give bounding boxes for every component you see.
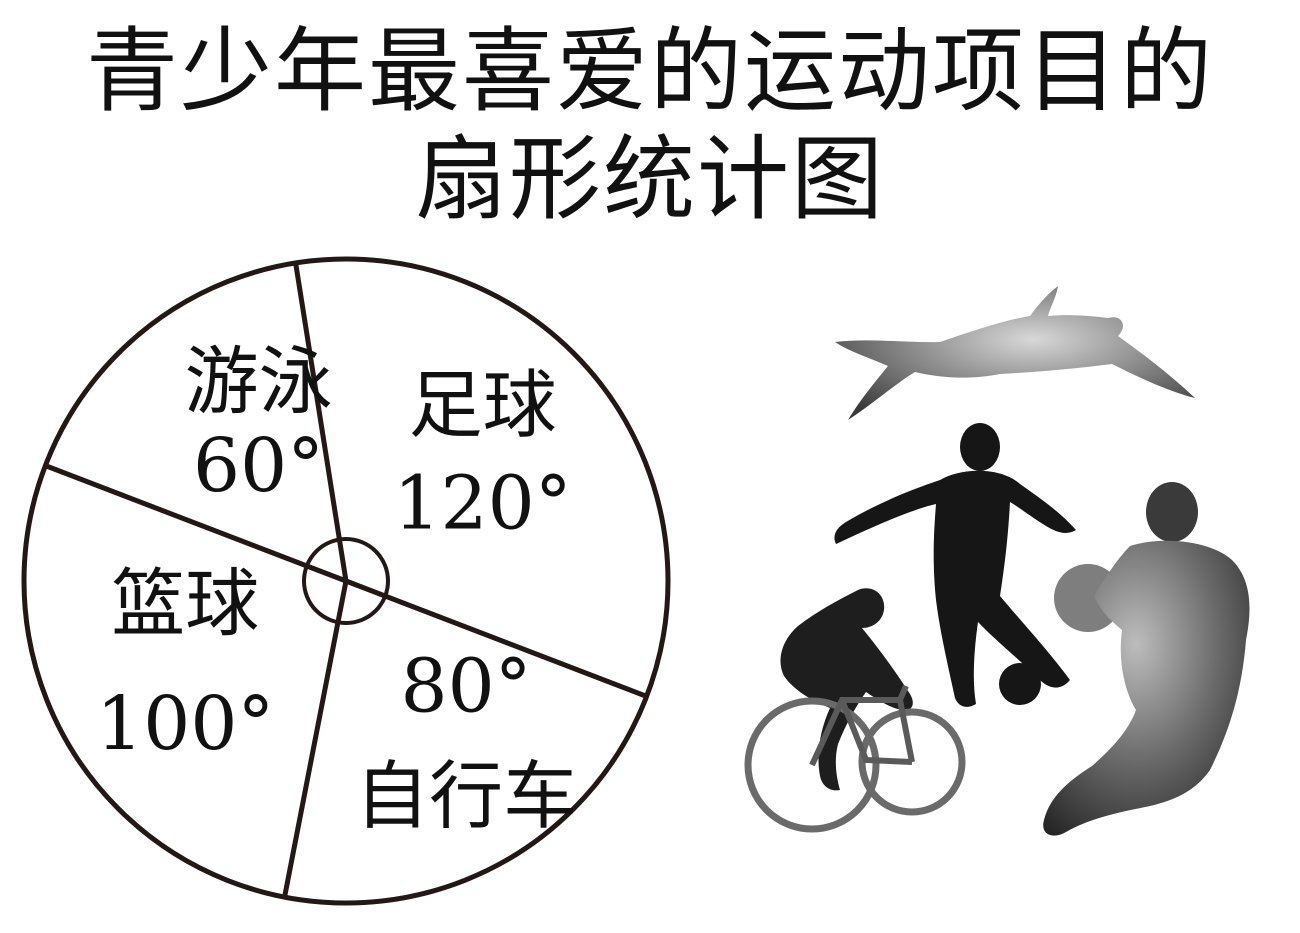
slice-value-label: 100° — [96, 681, 274, 767]
slice-value-label: 80° — [401, 643, 532, 729]
slice-name-label: 自行车 — [355, 753, 577, 839]
cyclist-icon — [744, 588, 966, 833]
slice-name-label: 游泳 — [185, 339, 333, 425]
basketball-player-icon — [1043, 482, 1250, 836]
slice-value-label: 60° — [193, 423, 324, 509]
pie-chart: 足球 120° 80° 自行车 篮球 100° 游泳60° — [21, 256, 1250, 906]
slice-name-label: 篮球 — [111, 561, 259, 647]
sports-illustration — [744, 286, 1250, 836]
slice-name-label: 足球 — [409, 363, 557, 449]
slice-value-label: 120° — [393, 461, 571, 547]
swimmer-icon — [835, 286, 1195, 420]
